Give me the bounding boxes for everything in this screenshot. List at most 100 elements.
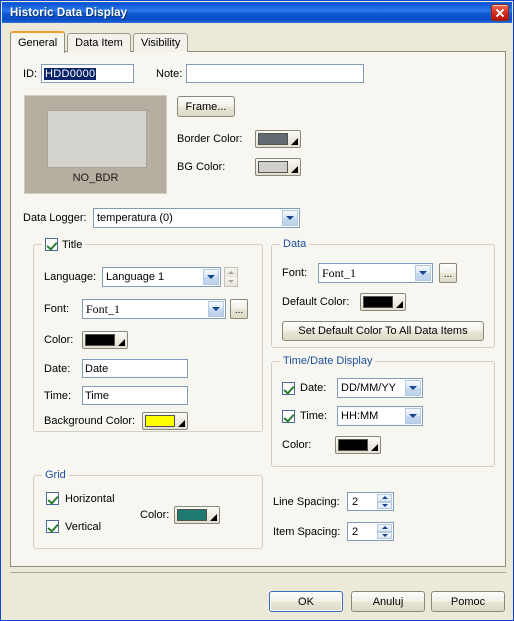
chevron-down-icon[interactable] [405, 380, 421, 396]
grid-color-label: Color: [140, 509, 170, 521]
id-input-value: HDD0000 [44, 67, 97, 80]
grid-group: Grid Horizontal Vertical Color: [33, 469, 263, 549]
td-date-row: Date: DD/MM/YY [282, 378, 423, 398]
title-font-value: Font_1 [86, 301, 121, 316]
data-default-color-swatch-button[interactable] [360, 293, 406, 311]
title-color-swatch-button[interactable] [82, 331, 128, 349]
time-format-combobox[interactable]: HH:MM [337, 406, 423, 426]
time-date-display-group: Time/Date Display Date: DD/MM/YY Time: H… [271, 355, 495, 467]
item-spacing-down-button[interactable] [377, 531, 392, 539]
help-button-label: Pomoc [450, 595, 486, 608]
grid-horizontal-row: Horizontal [46, 492, 115, 505]
id-label: ID: [23, 67, 38, 80]
title-group-caption: Title [42, 238, 86, 251]
item-spacing-up-button[interactable] [377, 524, 392, 532]
language-spinner-up[interactable] [225, 268, 237, 277]
data-group-caption: Data [280, 238, 310, 250]
grid-horizontal-label: Horizontal [65, 492, 115, 505]
general-tab-page: ID: HDD0000 Note: NO_BDR Frame... Border… [10, 51, 506, 567]
border-color-dropdown-icon[interactable] [291, 138, 298, 145]
line-spacing-stepper[interactable]: 2 [347, 492, 394, 511]
time-display-checkbox[interactable] [282, 409, 295, 423]
time-display-label: Time: [300, 410, 328, 422]
tab-visibility[interactable]: Visibility [132, 33, 189, 52]
time-date-color-chip [338, 439, 368, 451]
title-font-label: Font: [44, 303, 70, 315]
language-spinner[interactable] [224, 267, 238, 287]
chevron-down-icon[interactable] [203, 269, 219, 285]
title-font-browse-button[interactable]: ... [230, 299, 248, 319]
title-color-dropdown-icon[interactable] [118, 339, 125, 346]
data-logger-value: temperatura (0) [97, 212, 173, 224]
tab-general[interactable]: General [10, 31, 66, 53]
grid-vertical-row: Vertical [46, 520, 101, 533]
time-date-group-label: Time/Date Display [283, 355, 373, 367]
preview-inner-area [47, 110, 147, 168]
grid-group-label: Grid [45, 469, 66, 481]
cancel-button-label: Anuluj [372, 595, 404, 608]
data-font-browse-button[interactable]: ... [439, 263, 457, 283]
title-background-color-chip [145, 415, 175, 427]
help-button[interactable]: Pomoc [431, 591, 505, 612]
line-spacing-up-button[interactable] [377, 494, 392, 502]
title-background-color-dropdown-icon[interactable] [178, 420, 185, 427]
title-font-row: Font: Font_1 ... [44, 299, 248, 319]
date-format-combobox[interactable]: DD/MM/YY [337, 378, 423, 398]
grid-horizontal-checkbox[interactable] [46, 492, 59, 505]
chevron-down-icon[interactable] [415, 265, 431, 281]
grid-color-swatch-button[interactable] [174, 506, 220, 524]
line-spacing-down-button[interactable] [377, 501, 392, 509]
title-color-label: Color: [44, 334, 74, 346]
item-spacing-stepper-buttons[interactable] [377, 524, 392, 539]
title-date-input[interactable]: Date [82, 359, 188, 378]
title-date-value: Date [85, 362, 109, 375]
tab-data-item[interactable]: Data Item [67, 33, 131, 52]
date-display-checkbox[interactable] [282, 381, 295, 395]
grid-color-dropdown-icon[interactable] [210, 514, 217, 521]
ok-button-label: OK [298, 595, 314, 608]
td-time-row: Time: HH:MM [282, 406, 423, 426]
preview-caption: NO_BDR [72, 172, 119, 184]
line-spacing-label: Line Spacing: [273, 495, 340, 508]
border-color-row: Border Color: [177, 130, 301, 148]
border-color-swatch-button[interactable] [255, 130, 301, 148]
id-row: ID: HDD0000 Note: [23, 64, 364, 83]
title-font-combobox[interactable]: Font_1 [82, 299, 226, 319]
data-logger-label: Data Logger: [23, 212, 87, 224]
title-time-label: Time: [44, 389, 72, 402]
display-preview: NO_BDR [24, 95, 167, 194]
grid-color-row: Color: [140, 506, 220, 524]
chevron-down-icon[interactable] [405, 408, 421, 424]
language-value: Language 1 [106, 271, 165, 283]
title-time-input[interactable]: Time [82, 386, 188, 405]
tab-strip: General Data Item Visibility [10, 31, 190, 53]
title-group: Title Language: Language 1 Font: Font_1 [33, 238, 263, 432]
data-font-combobox[interactable]: Font_1 [318, 263, 433, 283]
ok-button[interactable]: OK [269, 591, 343, 612]
note-input[interactable] [186, 64, 364, 83]
cancel-button[interactable]: Anuluj [351, 591, 425, 612]
td-color-row: Color: [282, 436, 381, 454]
data-default-color-dropdown-icon[interactable] [396, 301, 403, 308]
title-background-color-label: Background Color: [44, 415, 136, 427]
language-combobox[interactable]: Language 1 [102, 267, 221, 287]
chevron-down-icon[interactable] [282, 210, 298, 226]
title-enable-checkbox[interactable] [45, 238, 58, 251]
bg-color-dropdown-icon[interactable] [291, 166, 298, 173]
id-input[interactable]: HDD0000 [41, 64, 134, 83]
time-date-color-dropdown-icon[interactable] [371, 444, 378, 451]
bg-color-swatch-button[interactable] [255, 158, 301, 176]
historic-data-display-dialog: Historic Data Display General Data Item … [0, 0, 514, 621]
frame-button[interactable]: Frame... [177, 96, 235, 117]
title-color-row: Color: [44, 331, 128, 349]
time-date-color-swatch-button[interactable] [335, 436, 381, 454]
grid-vertical-checkbox[interactable] [46, 520, 59, 533]
line-spacing-stepper-buttons[interactable] [377, 494, 392, 509]
title-background-color-swatch-button[interactable] [142, 412, 188, 430]
close-icon[interactable] [491, 4, 509, 21]
data-logger-combobox[interactable]: temperatura (0) [93, 208, 300, 228]
chevron-down-icon[interactable] [208, 301, 224, 317]
set-default-color-button[interactable]: Set Default Color To All Data Items [282, 321, 484, 341]
language-spinner-down[interactable] [225, 277, 237, 286]
item-spacing-stepper[interactable]: 2 [347, 522, 394, 541]
